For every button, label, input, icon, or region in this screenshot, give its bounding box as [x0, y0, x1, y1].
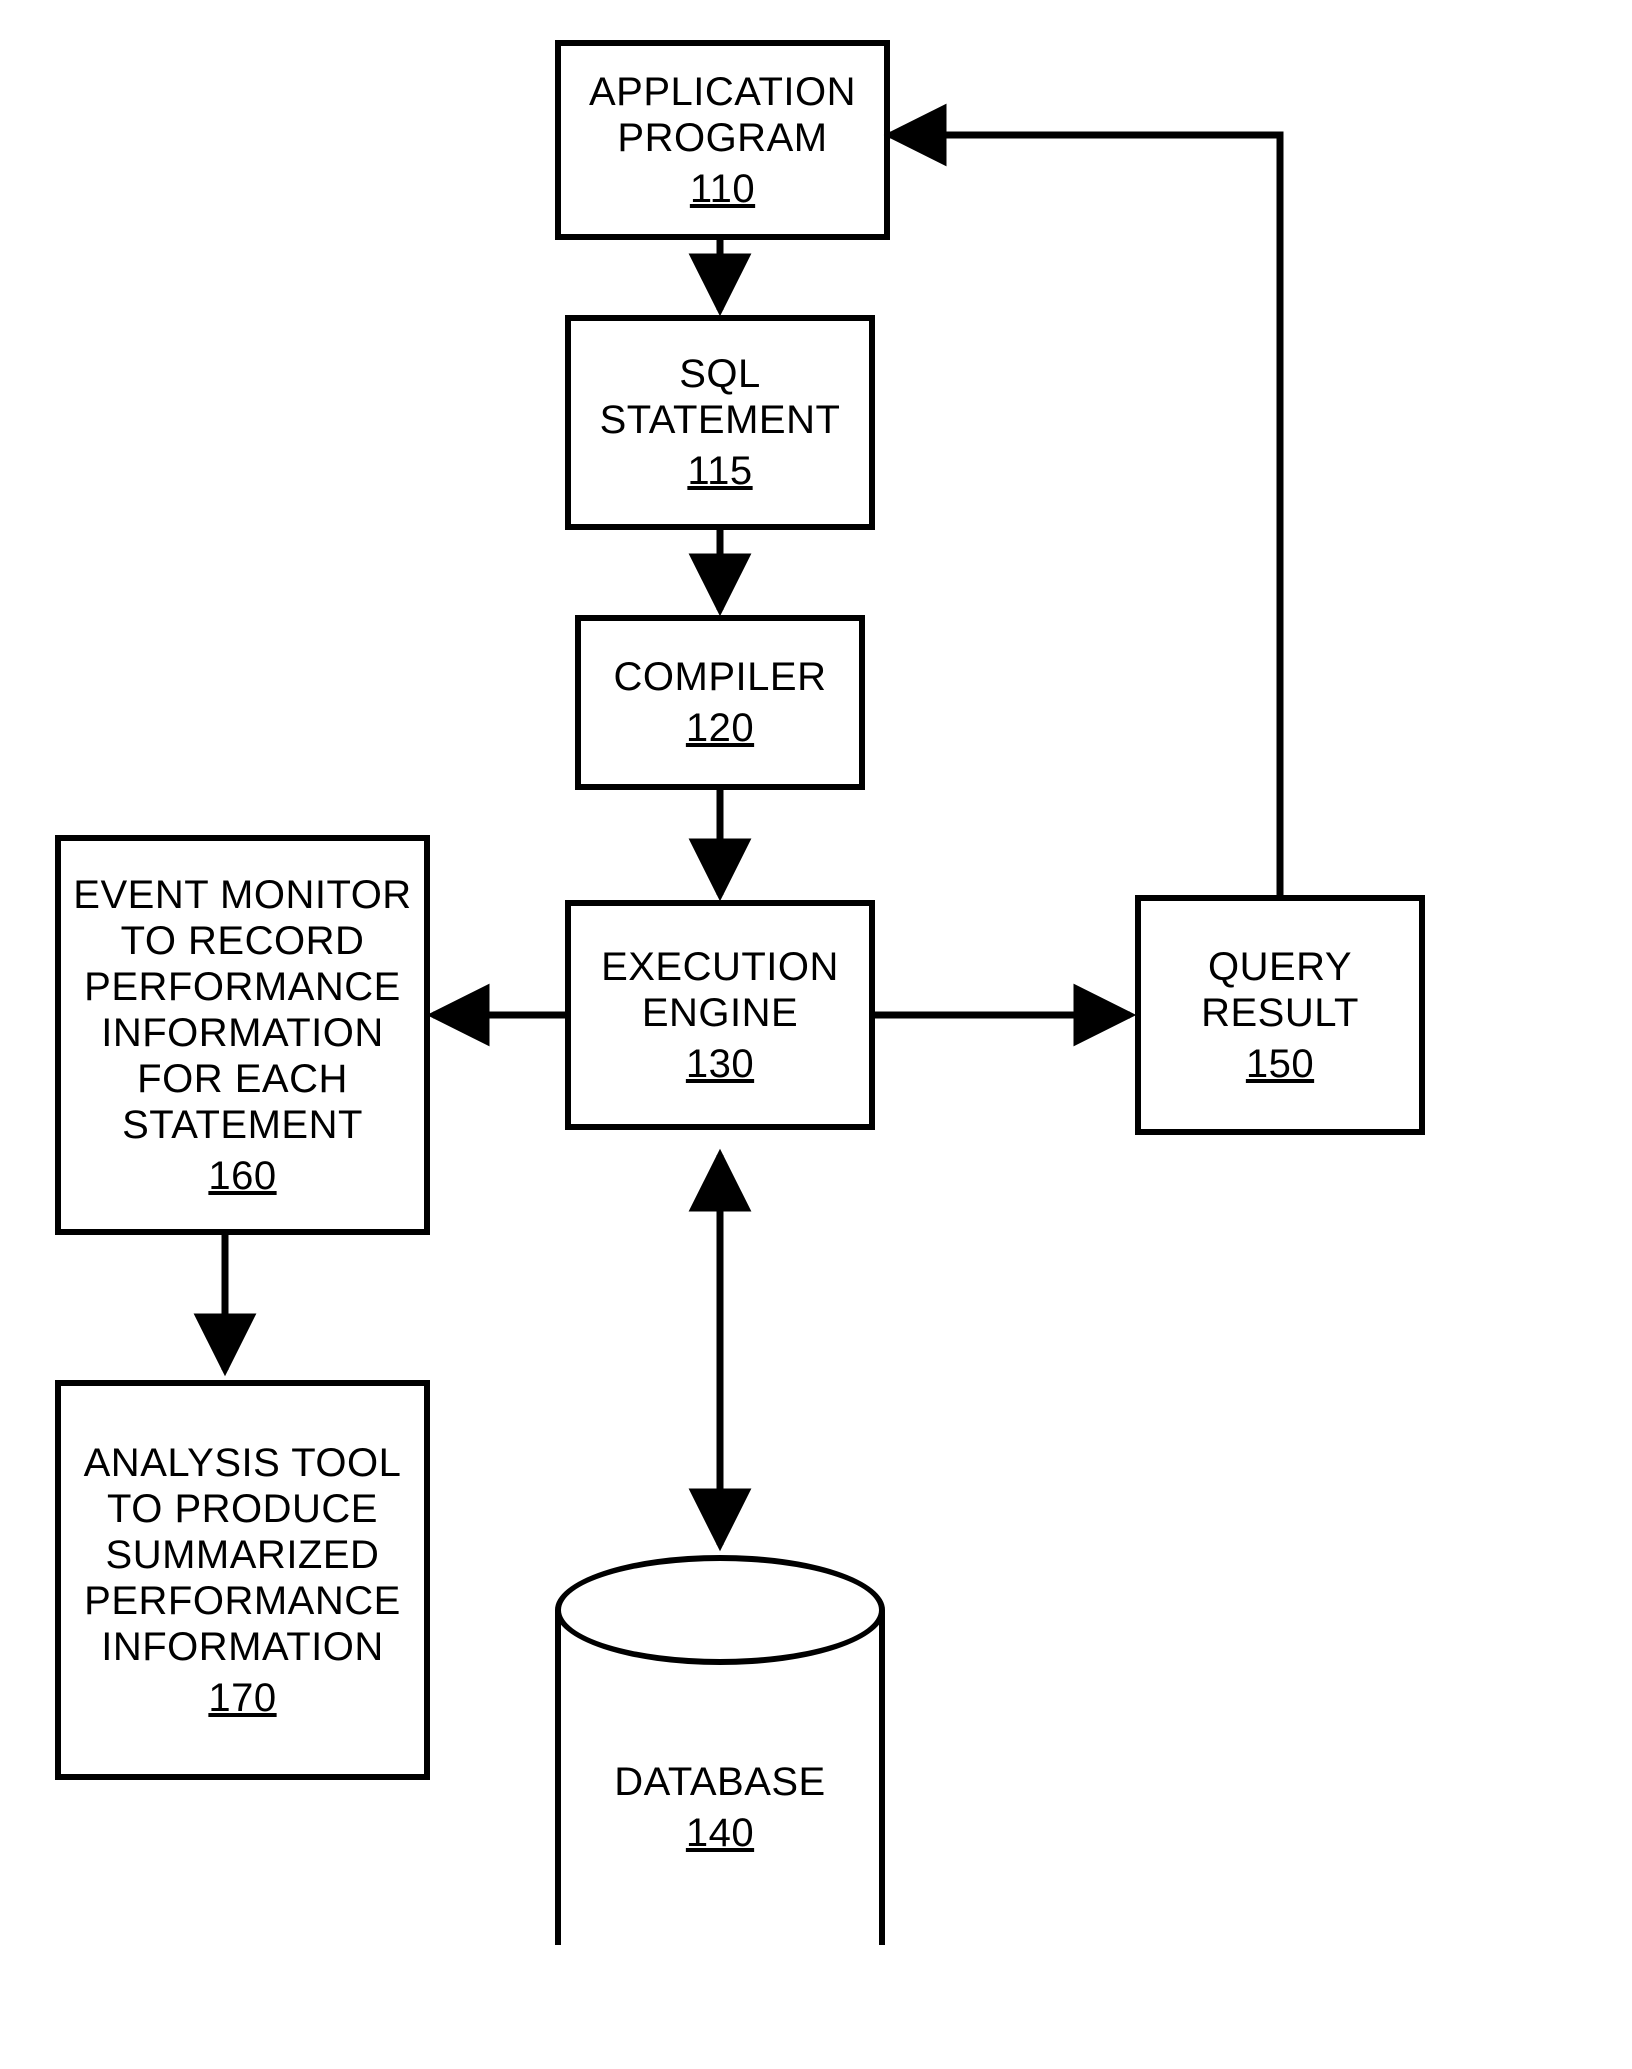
node-label: SQLSTATEMENT: [600, 351, 841, 443]
node-ref: 150: [1246, 1042, 1314, 1087]
node-label: APPLICATIONPROGRAM: [589, 69, 856, 161]
node-database: DATABASE 140: [555, 1555, 885, 1985]
diagram-canvas: APPLICATIONPROGRAM 110 SQLSTATEMENT 115 …: [0, 0, 1632, 2069]
node-compiler: COMPILER 120: [575, 615, 865, 790]
node-ref: 140: [686, 1811, 754, 1856]
node-analysis-tool: ANALYSIS TOOLTO PRODUCESUMMARIZEDPERFORM…: [55, 1380, 430, 1780]
node-label: EVENT MONITORTO RECORDPERFORMANCEINFORMA…: [73, 872, 411, 1148]
node-label: ANALYSIS TOOLTO PRODUCESUMMARIZEDPERFORM…: [84, 1440, 402, 1670]
node-ref: 110: [690, 167, 755, 212]
node-ref: 115: [687, 449, 752, 494]
node-label: QUERYRESULT: [1201, 944, 1359, 1036]
node-label: DATABASE: [614, 1759, 825, 1805]
node-ref: 170: [208, 1676, 276, 1721]
node-query-result: QUERYRESULT 150: [1135, 895, 1425, 1135]
node-event-monitor: EVENT MONITORTO RECORDPERFORMANCEINFORMA…: [55, 835, 430, 1235]
node-application-program: APPLICATIONPROGRAM 110: [555, 40, 890, 240]
node-ref: 120: [686, 706, 754, 751]
node-ref: 160: [208, 1154, 276, 1199]
node-label: COMPILER: [614, 654, 827, 700]
node-ref: 130: [686, 1042, 754, 1087]
node-execution-engine: EXECUTIONENGINE 130: [565, 900, 875, 1130]
node-sql-statement: SQLSTATEMENT 115: [565, 315, 875, 530]
node-label: EXECUTIONENGINE: [601, 944, 839, 1036]
